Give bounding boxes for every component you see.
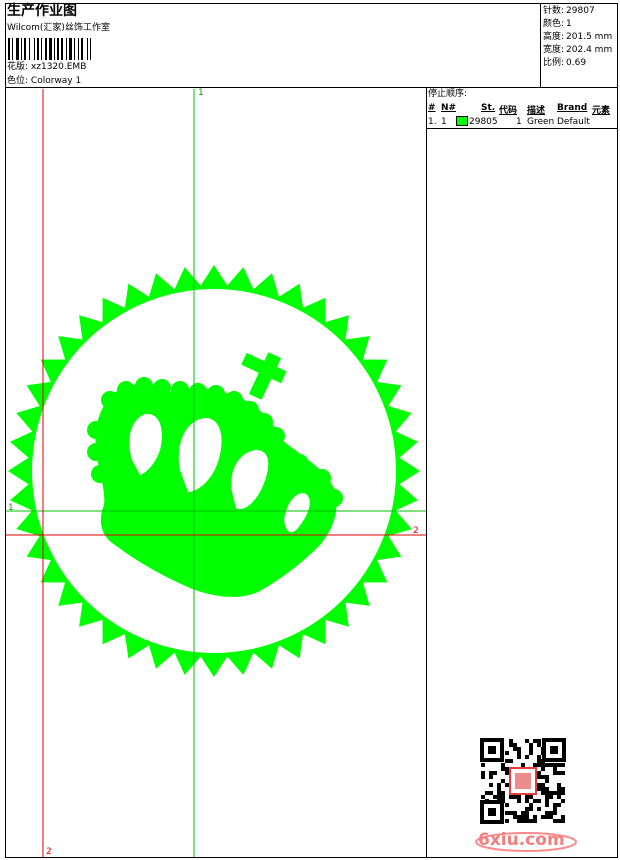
axis-label-green-top: 1 — [198, 88, 204, 98]
watermark-site: 6xiu.com — [478, 830, 565, 850]
qr-code-icon — [480, 738, 566, 824]
alignment-axes — [6, 89, 426, 857]
axis-label-red-right: 2 — [413, 526, 419, 536]
axis-label-green-left: 1 — [8, 503, 14, 513]
axis-label-red-bottom: 2 — [46, 847, 52, 857]
